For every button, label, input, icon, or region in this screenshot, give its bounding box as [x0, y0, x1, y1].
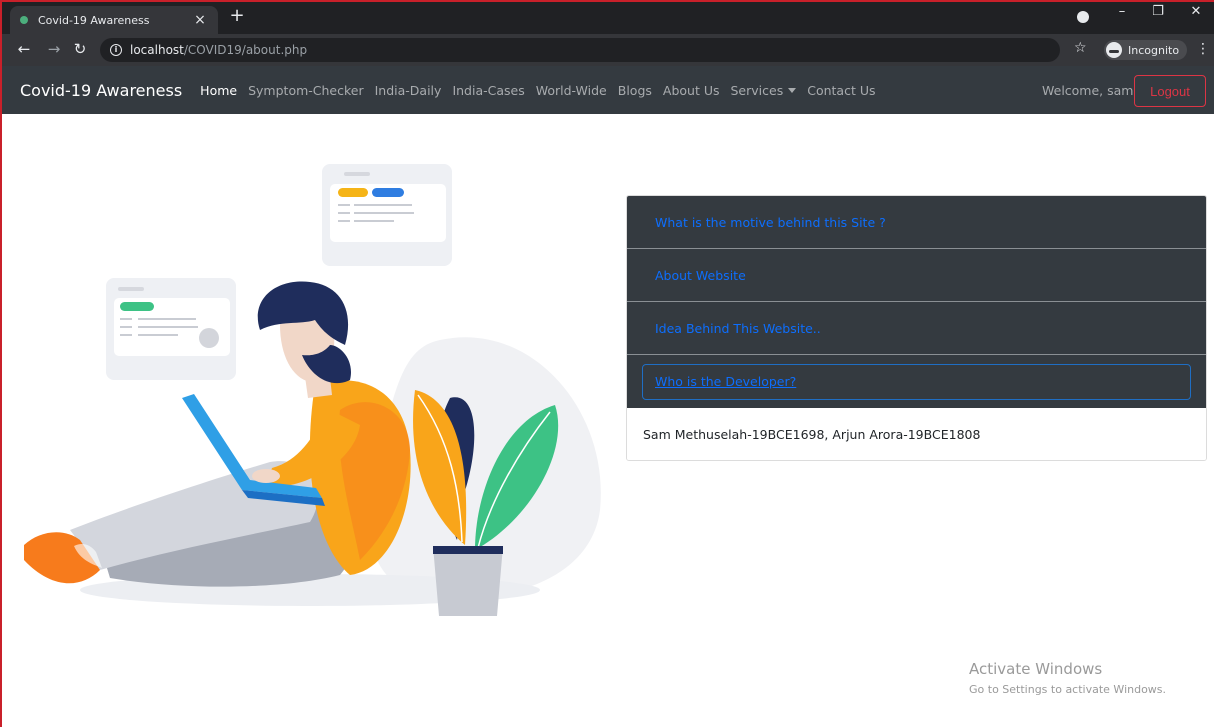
back-arrow-icon[interactable]: ←	[14, 40, 34, 58]
bookmark-star-icon[interactable]: ☆	[1074, 40, 1087, 56]
menu-kebab-icon[interactable]: ⋮	[1196, 41, 1210, 57]
nav-link-symptom-checker[interactable]: Symptom-Checker	[248, 83, 364, 98]
nav-link-about-us[interactable]: About Us	[663, 83, 720, 98]
minimize-button[interactable]: –	[1110, 4, 1134, 19]
favicon-icon	[20, 16, 28, 24]
welcome-text: Welcome, sam	[1042, 83, 1134, 98]
accordion-header-developer[interactable]: Who is the Developer?	[627, 355, 1206, 408]
new-tab-button[interactable]: +	[226, 5, 248, 26]
accordion-header-about[interactable]: About Website	[627, 249, 1206, 302]
nav-dropdown-services[interactable]: Services	[731, 83, 797, 98]
accordion-toggle-about[interactable]: About Website	[655, 268, 746, 283]
address-bar[interactable]: i localhost/COVID19/about.php	[100, 38, 1060, 62]
logout-button[interactable]: Logout	[1134, 75, 1206, 107]
forward-arrow-icon[interactable]: →	[44, 40, 64, 58]
caret-down-icon	[788, 87, 797, 93]
accordion-body-developer: Sam Methuselah-19BCE1698, Arjun Arora-19…	[627, 408, 1206, 460]
url-path: /COVID19/about.php	[183, 43, 308, 57]
tab-title: Covid-19 Awareness	[38, 13, 150, 27]
incognito-badge[interactable]: Incognito	[1104, 40, 1188, 60]
reload-icon[interactable]: ↻	[70, 40, 90, 58]
incognito-label: Incognito	[1128, 43, 1180, 57]
nav-link-contact-us[interactable]: Contact Us	[807, 83, 875, 98]
accordion-header-motive[interactable]: What is the motive behind this Site ?	[627, 196, 1206, 249]
accordion-toggle-idea[interactable]: Idea Behind This Website..	[655, 321, 821, 336]
accordion-header-idea[interactable]: Idea Behind This Website..	[627, 302, 1206, 355]
floating-card-left	[106, 278, 236, 380]
close-window-button[interactable]: ✕	[1184, 4, 1208, 19]
faq-accordion: What is the motive behind this Site ? Ab…	[626, 195, 1207, 461]
incognito-icon	[1106, 42, 1122, 58]
url-host: localhost	[130, 43, 184, 57]
nav-link-india-daily[interactable]: India-Daily	[375, 83, 442, 98]
browser-toolbar: ← → ↻ i localhost/COVID19/about.php ☆ In…	[0, 34, 1214, 66]
hero-illustration	[24, 164, 601, 616]
browser-tab-bar: Covid-19 Awareness × + – ❐ ✕	[0, 0, 1214, 34]
navbar-brand[interactable]: Covid-19 Awareness	[20, 81, 182, 100]
activate-windows-subtitle: Go to Settings to activate Windows.	[969, 683, 1167, 696]
accordion-toggle-motive[interactable]: What is the motive behind this Site ?	[655, 215, 886, 230]
profile-icon[interactable]	[1077, 11, 1089, 23]
browser-tab[interactable]: Covid-19 Awareness ×	[10, 6, 218, 34]
services-label: Services	[730, 82, 784, 98]
nav-link-home[interactable]: Home	[200, 83, 237, 98]
site-navbar: Covid-19 Awareness Home Symptom-Checker …	[0, 66, 1214, 114]
activate-windows-title: Activate Windows	[969, 660, 1103, 678]
restore-button[interactable]: ❐	[1146, 4, 1170, 19]
floating-card-top	[322, 164, 452, 266]
tab-close-icon[interactable]: ×	[192, 12, 208, 28]
nav-link-world-wide[interactable]: World-Wide	[536, 83, 607, 98]
nav-link-india-cases[interactable]: India-Cases	[452, 83, 524, 98]
nav-link-blogs[interactable]: Blogs	[618, 83, 652, 98]
accordion-toggle-developer[interactable]: Who is the Developer?	[642, 363, 1191, 400]
info-icon[interactable]: i	[110, 44, 122, 56]
